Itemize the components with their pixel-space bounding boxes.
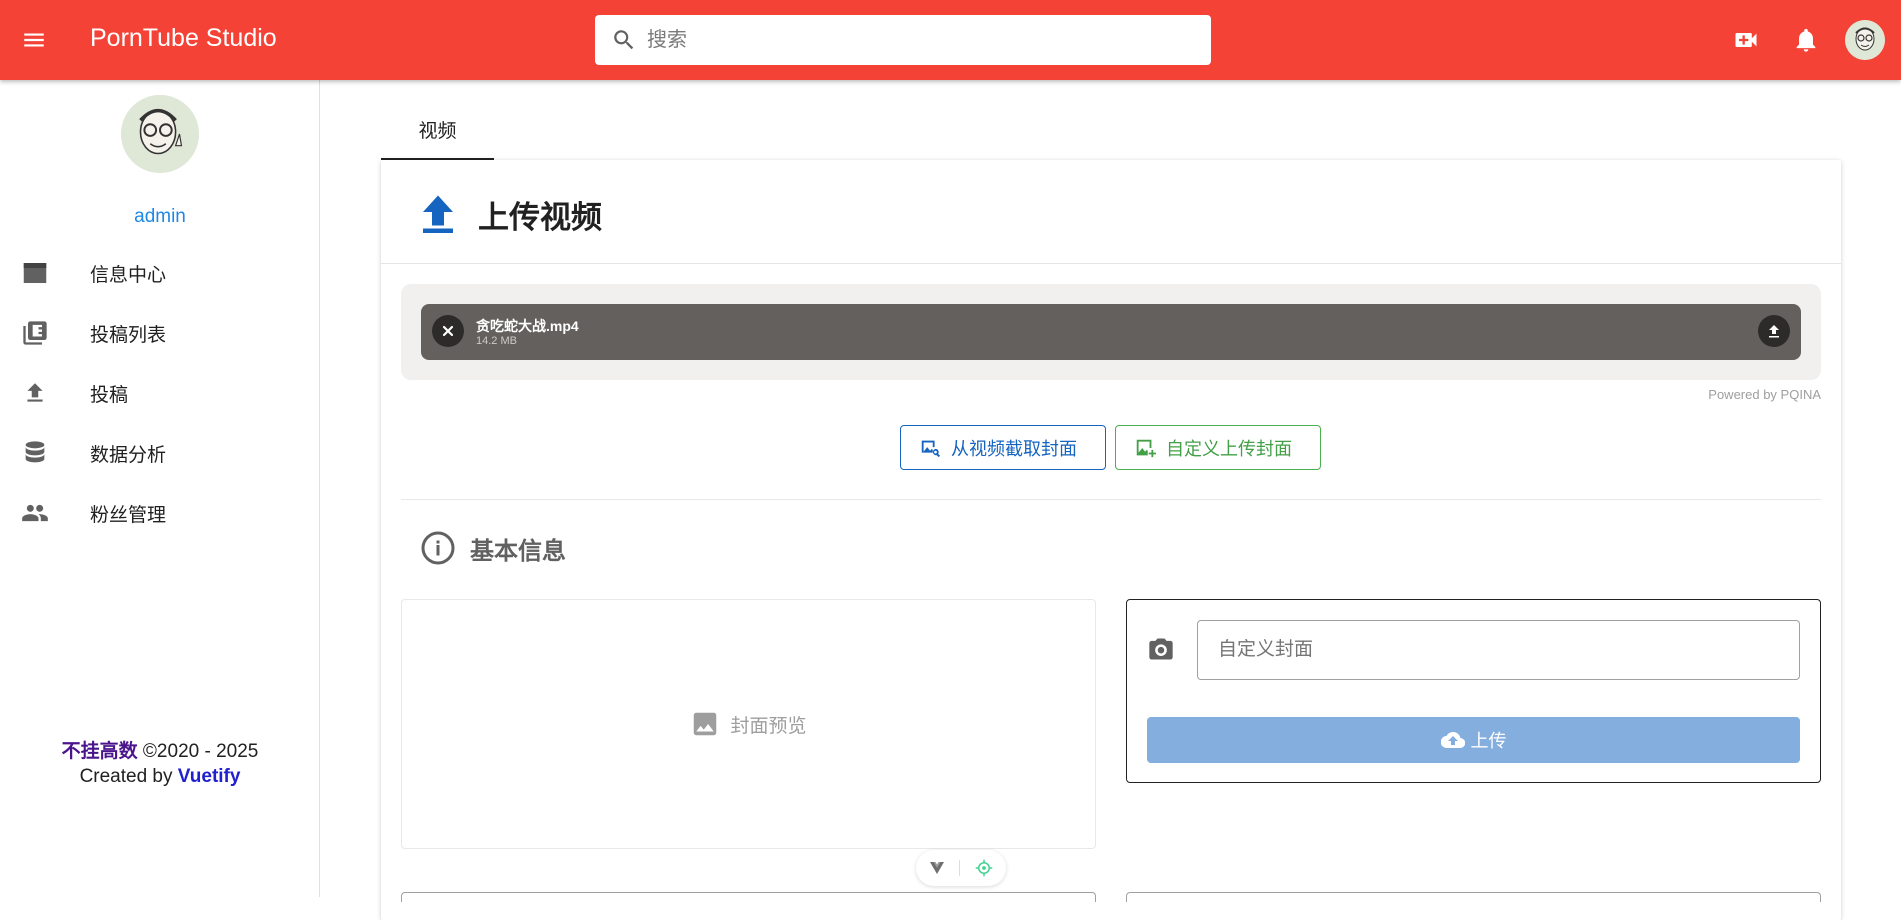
remove-file-button[interactable]: [432, 315, 464, 347]
sidebar-item-label: 投稿列表: [90, 324, 167, 346]
form-field[interactable]: [401, 892, 1096, 902]
user-avatar-button[interactable]: [1845, 20, 1885, 60]
profile-avatar[interactable]: [121, 95, 199, 173]
app-bar: PornTube Studio: [0, 0, 1901, 80]
sidebar-item-submission-list[interactable]: 投稿列表: [0, 307, 320, 359]
search-icon: [614, 30, 634, 50]
notifications-button[interactable]: [1786, 20, 1826, 60]
upload-cover-button[interactable]: 上传: [1147, 717, 1800, 763]
image-search-icon: [921, 440, 941, 457]
custom-cover-button[interactable]: 自定义上传封面: [1115, 425, 1321, 470]
section-header: 基本信息: [420, 530, 566, 566]
database-icon: [20, 438, 50, 468]
menu-button[interactable]: [14, 20, 54, 60]
cloud-upload-icon: [1440, 731, 1465, 749]
sidebar-footer-copyright: 不挂高数 ©2020 - 2025: [0, 736, 320, 763]
sidebar-item-label: 投稿: [90, 384, 129, 406]
upload-cover-label: 上传: [1470, 731, 1507, 751]
sidebar-footer-credit: Created by Vuetify: [0, 766, 320, 788]
page-title: 上传视频: [478, 200, 602, 235]
sidebar-item-label: 粉丝管理: [90, 504, 167, 526]
people-icon: [20, 498, 50, 528]
toolbar-divider: [959, 860, 961, 876]
brand-name: 不挂高数: [61, 741, 138, 762]
video-library-icon: [20, 318, 50, 348]
section-title: 基本信息: [470, 537, 566, 565]
upload-icon: [20, 378, 50, 408]
close-icon: [442, 325, 454, 337]
search-input[interactable]: [647, 28, 1187, 52]
info-icon: [421, 531, 455, 565]
avatar: [121, 95, 199, 173]
app-title: PornTube Studio: [90, 24, 277, 52]
vuetify-link[interactable]: Vuetify: [178, 766, 241, 787]
avatar: [1845, 20, 1885, 60]
inspect-button[interactable]: [975, 859, 993, 877]
search-box[interactable]: [595, 15, 1211, 65]
video-plus-icon: [1735, 33, 1757, 47]
upload-icon: [1769, 325, 1779, 338]
image-icon: [694, 712, 717, 736]
floating-toolbar: [916, 850, 1006, 886]
custom-cover-input[interactable]: [1197, 620, 1800, 680]
divider: [381, 263, 1841, 264]
camera-icon[interactable]: [1147, 635, 1175, 668]
cover-preview: 封面预览: [401, 599, 1096, 849]
created-by-text: Created by: [79, 766, 178, 787]
cover-preview-label: 封面预览: [730, 715, 807, 737]
sidebar-item-fans[interactable]: 粉丝管理: [0, 487, 320, 539]
custom-cover-label: 自定义上传封面: [1166, 438, 1292, 459]
vue-icon: [930, 862, 945, 874]
tab-video[interactable]: 视频: [381, 100, 494, 160]
file-name: 贪吃蛇大战.mp4: [476, 318, 579, 334]
sidebar-item-analytics[interactable]: 数据分析: [0, 427, 320, 479]
powered-by-credit[interactable]: Powered by PQINA: [1600, 387, 1821, 402]
upload-video-button[interactable]: [1726, 20, 1766, 60]
capture-cover-button[interactable]: 从视频截取封面: [900, 425, 1106, 470]
crosshair-icon: [975, 859, 993, 877]
vue-devtools-button[interactable]: [929, 860, 945, 876]
card-header: 上传视频: [420, 192, 602, 237]
sidebar-item-label: 信息中心: [90, 264, 167, 286]
dashboard-icon: [20, 258, 50, 288]
file-size: 14.2 MB: [476, 335, 517, 347]
menu-icon: [24, 33, 44, 47]
capture-cover-label: 从视频截取封面: [951, 438, 1077, 459]
file-item: [421, 304, 1801, 360]
start-upload-button[interactable]: [1758, 315, 1790, 347]
bell-icon: [1796, 28, 1816, 52]
form-field[interactable]: [1126, 892, 1821, 902]
divider: [401, 499, 1821, 500]
sidebar-item-dashboard[interactable]: 信息中心: [0, 247, 320, 299]
copyright-text: ©2020 - 2025: [137, 741, 259, 762]
sidebar-item-label: 数据分析: [90, 444, 167, 466]
sidebar-item-upload[interactable]: 投稿: [0, 367, 320, 419]
username[interactable]: admin: [0, 206, 320, 228]
upload-icon: [423, 195, 453, 233]
image-plus-icon: [1136, 439, 1156, 457]
